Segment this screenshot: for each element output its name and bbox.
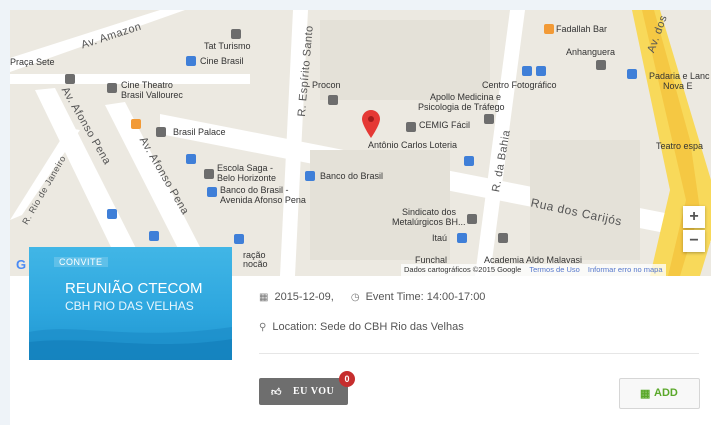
place-apollo-2: Psicologia de Tráfego xyxy=(418,102,505,112)
bank-icon xyxy=(305,171,315,181)
lottery-icon xyxy=(464,156,474,166)
event-location: ⚲ Location: Sede do CBH Rio das Velhas xyxy=(259,321,464,333)
itau-bank-icon xyxy=(457,233,467,243)
map-attribution: Dados cartográficos ©2015 Google Termos … xyxy=(401,264,666,276)
bank-avenida-icon xyxy=(207,187,217,197)
cinema-icon xyxy=(186,56,196,66)
place-marker-icon xyxy=(231,29,241,39)
transit-icon xyxy=(186,154,196,164)
map-marker-icon: ⚲ xyxy=(259,322,267,333)
place-tat-turismo: Tat Turismo xyxy=(204,41,251,51)
shopping-bag-icon xyxy=(107,209,117,219)
place-anhanguera: Anhanguera xyxy=(566,47,616,57)
place-escola-saga-1: Escola Saga - xyxy=(217,163,274,173)
thumbnail-tag: CONVITE xyxy=(54,257,108,267)
shop-icon xyxy=(234,234,244,244)
place-banco-brasil: Banco do Brasil xyxy=(320,171,384,181)
place-praca-sete: Praça Sete xyxy=(10,57,55,67)
calendar-icon: ▦ xyxy=(259,292,269,303)
school-saga-icon xyxy=(204,169,214,179)
bus-icon-2 xyxy=(149,231,159,241)
government-icon xyxy=(328,95,338,105)
report-error-link[interactable]: Informar erro no mapa xyxy=(588,265,663,274)
event-date-time: ▦ 2015-12-09, ◷ Event Time: 14:00-17:00 xyxy=(259,291,485,303)
google-logo: G xyxy=(16,257,27,272)
theater-icon xyxy=(107,83,117,93)
place-apollo-1: Apollo Medicina e xyxy=(430,92,502,102)
place-procon: Procon xyxy=(312,80,341,90)
place-escola-saga-2: Belo Horizonte xyxy=(217,173,277,183)
place-ao-2: nocão xyxy=(243,259,268,269)
place-itau: Itaú xyxy=(432,233,448,243)
shopping-icon xyxy=(536,66,546,76)
event-location-text: Location: Sede do CBH Rio das Velhas xyxy=(272,321,464,333)
place-banco-brasil-av-2: Avenida Afonso Pena xyxy=(220,195,306,205)
office-icon xyxy=(406,122,416,132)
place-cine-theatro-2: Brasil Vallourec xyxy=(121,90,183,100)
bus-icon xyxy=(522,66,532,76)
place-padaria-2: Nova E xyxy=(663,81,693,91)
event-time: Event Time: 14:00-17:00 xyxy=(365,291,486,303)
thumbnail-subtitle: CBH RIO DAS VELHAS xyxy=(65,299,194,313)
place-dot-icon xyxy=(484,114,494,124)
attend-label: EU VOU xyxy=(293,386,335,397)
zoom-out-button[interactable]: − xyxy=(683,230,705,252)
place-brasil-palace: Brasil Palace xyxy=(173,127,226,137)
location-map[interactable]: Av. Amazon Av. Afonso Pena Av. Afonso Pe… xyxy=(10,10,711,276)
place-centro-fotografico: Centro Fotográfico xyxy=(482,80,557,90)
restaurant-icon xyxy=(544,24,554,34)
add-label: ADD xyxy=(654,387,678,399)
clock-icon: ◷ xyxy=(350,292,360,303)
place-teatro: Teatro espa xyxy=(656,141,704,151)
attend-count-badge: 0 xyxy=(339,371,355,387)
attribution-text: Dados cartográficos ©2015 Google xyxy=(404,265,522,274)
place-sindicato-1: Sindicato dos xyxy=(402,207,457,217)
divider xyxy=(259,353,699,354)
calendar-add-icon: ▦ xyxy=(640,388,651,400)
place-cemig: CEMIG Fácil xyxy=(419,120,471,130)
place-sindicato-2: Metalúrgicos BH... xyxy=(392,217,466,227)
attend-button[interactable]: 👍︎ EU VOU xyxy=(259,378,348,405)
add-to-calendar-button[interactable]: ▦ ADD xyxy=(619,378,700,409)
camera-icon xyxy=(65,74,75,84)
food-icon xyxy=(131,119,141,129)
union-icon xyxy=(467,214,477,224)
place-padaria-1: Padaria e Lanc xyxy=(649,71,710,81)
thumbnail-title: REUNIÃO CTECOM xyxy=(65,280,203,297)
event-date: 2015-12-09, xyxy=(274,291,334,303)
thumbs-up-icon: 👍︎ xyxy=(271,387,282,398)
hotel-icon xyxy=(156,127,166,137)
event-thumbnail[interactable]: CONVITE REUNIÃO CTECOM CBH RIO DAS VELHA… xyxy=(29,247,232,360)
school-icon xyxy=(596,60,606,70)
event-card: Av. Amazon Av. Afonso Pena Av. Afonso Pe… xyxy=(10,10,711,425)
zoom-in-button[interactable]: + xyxy=(683,206,705,228)
place-banco-brasil-av-1: Banco do Brasil - xyxy=(220,185,289,195)
place-cine-theatro-1: Cine Theatro xyxy=(121,80,173,90)
bus-stop-icon xyxy=(627,69,637,79)
place-fadallah: Fadallah Bar xyxy=(556,24,608,34)
terms-link[interactable]: Termos de Uso xyxy=(529,265,579,274)
place-cine-brasil: Cine Brasil xyxy=(200,56,244,66)
place-dot-icon-2 xyxy=(498,233,508,243)
place-antonio-carlos: Antônio Carlos Loteria xyxy=(368,140,458,150)
